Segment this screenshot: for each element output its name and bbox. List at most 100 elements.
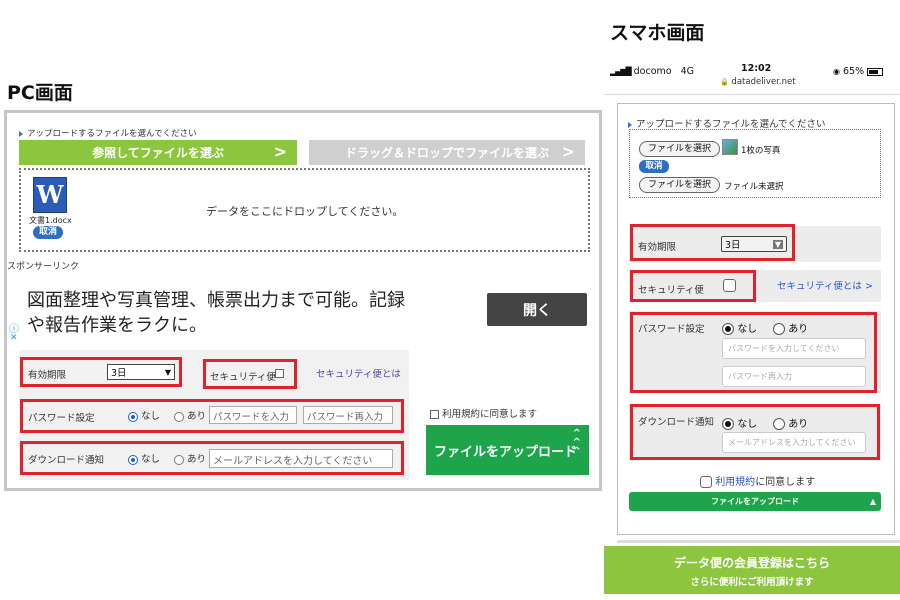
- mobile-password-yes-label: あり: [788, 324, 809, 335]
- mobile-file1-info: 1枚の写真: [741, 146, 781, 156]
- status-divider: [604, 94, 900, 95]
- mobile-expiry-label: 有効期限: [638, 242, 677, 253]
- chevron-right-icon: >: [273, 142, 287, 161]
- lock-icon: 🔒: [720, 78, 729, 86]
- notice-radio-yes[interactable]: あり: [174, 451, 206, 465]
- radio-unselected-icon: [174, 411, 184, 422]
- chevron-right-icon: >: [561, 142, 575, 161]
- pc-upload-prompt-text: アップロードするファイルを選んでください: [27, 129, 197, 139]
- mobile-notice-none-label: なし: [737, 419, 758, 430]
- expiry-label: 有効期限: [28, 370, 67, 381]
- pc-upload-prompt: アップロードするファイルを選んでください: [19, 127, 197, 139]
- radio-selected-icon: [722, 323, 734, 335]
- password-radio-none[interactable]: なし: [128, 408, 160, 422]
- mobile-security-label: セキュリティ便: [638, 285, 704, 296]
- password-radio-yes[interactable]: あり: [174, 408, 206, 422]
- mobile-notice-radio-yes[interactable]: あり: [773, 415, 808, 430]
- mobile-security-link[interactable]: セキュリティ便とは >: [777, 278, 873, 292]
- mobile-file2-info: ファイル未選択: [724, 182, 784, 192]
- radio-unselected-icon: [773, 323, 785, 335]
- word-file-icon: W: [33, 177, 67, 213]
- sponsored-label: スポンサーリンク: [7, 262, 80, 272]
- status-carrier: ▂▄▆█ docomo 4G: [610, 66, 694, 77]
- mobile-upload-label: ファイルをアップロード: [711, 497, 799, 506]
- mobile-terms-checkbox[interactable]: [700, 476, 712, 488]
- status-battery: ◉ 65%: [833, 66, 884, 77]
- battery-percent: 65%: [843, 66, 865, 77]
- mobile-upload-prompt: アップロードするファイルを選んでください: [628, 116, 826, 130]
- terms-checkbox[interactable]: [430, 410, 439, 419]
- security-checkbox[interactable]: [275, 369, 284, 378]
- triangle-up-icon: ▲: [869, 497, 876, 506]
- password-radio-none-label: なし: [141, 411, 161, 422]
- pc-upload-button[interactable]: ファイルをアップロード ^ ^ ^: [426, 425, 589, 475]
- triangle-bullet-icon: [19, 130, 23, 137]
- notice-radio-yes-label: あり: [187, 454, 207, 465]
- radio-unselected-icon: [174, 454, 184, 465]
- password-input[interactable]: パスワードを入力: [209, 406, 297, 424]
- radio-selected-icon: [128, 411, 138, 422]
- mobile-upload-button[interactable]: ファイルをアップロード ▲: [629, 492, 881, 511]
- expiry-select[interactable]: 3日 ▼: [107, 364, 175, 380]
- photo-thumbnail-icon: [722, 139, 738, 155]
- mobile-password-radio-none[interactable]: なし: [722, 320, 757, 335]
- mobile-cancel-button[interactable]: 取消: [639, 160, 669, 173]
- mobile-bottom-divider: [617, 540, 900, 543]
- drop-message: データをここにドロップしてください。: [206, 205, 404, 218]
- pc-screen-heading: PC画面: [7, 82, 73, 104]
- mobile-notice-label: ダウンロード通知: [638, 417, 715, 428]
- mobile-password-confirm-input[interactable]: パスワード再入力: [722, 366, 866, 387]
- mobile-choose-file-button-1[interactable]: ファイルを選択: [639, 141, 720, 157]
- mobile-password-input[interactable]: パスワードを入力してください: [722, 338, 866, 359]
- radio-unselected-icon: [773, 418, 785, 430]
- ad-text-line1: 図面整理や写真管理、帳票出力まで可能。記録: [27, 290, 405, 311]
- member-registration-banner[interactable]: データ便の会員登録はこちら さらに便利にご利用頂けます: [604, 546, 900, 594]
- battery-icon: [867, 67, 884, 76]
- mobile-screen-heading: スマホ画面: [610, 22, 705, 44]
- password-radio-yes-label: あり: [187, 411, 207, 422]
- mobile-choose-file-button-2[interactable]: ファイルを選択: [639, 177, 720, 193]
- terms-label: 利用規約に同意します: [442, 409, 538, 420]
- url-text: datadeliver.net: [731, 77, 796, 87]
- browse-file-button-label: 参照してファイルを選ぶ: [92, 146, 224, 160]
- mobile-terms-link[interactable]: 利用規約: [715, 477, 755, 488]
- pc-cancel-button[interactable]: 取消: [33, 226, 63, 239]
- status-time: 12:02: [741, 63, 772, 74]
- mobile-notice-yes-label: あり: [788, 419, 809, 430]
- security-info-link[interactable]: セキュリティ便とは: [316, 366, 401, 380]
- mobile-security-checkbox[interactable]: [723, 279, 736, 292]
- notice-radio-none[interactable]: なし: [128, 451, 160, 465]
- mobile-notice-radio-none[interactable]: なし: [722, 415, 757, 430]
- status-url[interactable]: 🔒 datadeliver.net: [720, 77, 796, 87]
- chevron-down-icon: ▼: [164, 367, 171, 377]
- network-type: 4G: [680, 66, 695, 77]
- ad-open-button[interactable]: 開く: [487, 293, 587, 326]
- pc-file-name: 文書1.docx: [29, 216, 72, 225]
- banner-line1: データ便の会員登録はこちら: [673, 556, 830, 570]
- mobile-terms-rest: に同意します: [755, 477, 816, 488]
- mobile-terms-agree[interactable]: 利用規約に同意します: [700, 473, 815, 488]
- mobile-expiry-select[interactable]: 3日 ▼: [721, 236, 787, 252]
- drag-drop-button-label: ドラッグ＆ドロップでファイルを選ぶ: [344, 146, 549, 160]
- mobile-password-radio-yes[interactable]: あり: [773, 320, 808, 335]
- expiry-select-value: 3日: [111, 368, 127, 379]
- alarm-icon: ◉: [833, 67, 840, 76]
- radio-selected-icon: [722, 418, 734, 430]
- ad-text-line2: や報告作業をラクに。: [27, 315, 207, 336]
- ad-close-icon[interactable]: ✕: [10, 333, 18, 343]
- mobile-password-none-label: なし: [737, 324, 758, 335]
- email-input[interactable]: メールアドレスを入力してください: [209, 449, 393, 468]
- browse-file-button[interactable]: 参照してファイルを選ぶ >: [19, 140, 297, 165]
- mobile-expiry-value: 3日: [725, 240, 741, 251]
- notice-radio-none-label: なし: [141, 454, 161, 465]
- pc-upload-button-label: ファイルをアップロード: [434, 444, 578, 460]
- drag-drop-button[interactable]: ドラッグ＆ドロップでファイルを選ぶ >: [309, 140, 585, 165]
- password-confirm-input[interactable]: パスワード再入力: [303, 406, 393, 424]
- carrier-name: docomo: [633, 66, 672, 77]
- security-label: セキュリティ便: [210, 372, 276, 383]
- terms-agree[interactable]: 利用規約に同意します: [430, 406, 537, 420]
- banner-line2: さらに便利にご利用頂けます: [690, 577, 814, 588]
- mobile-password-label: パスワード設定: [638, 324, 705, 335]
- mobile-email-input[interactable]: メールアドレスを入力してください: [722, 432, 866, 453]
- signal-icon: ▂▄▆█: [610, 67, 632, 76]
